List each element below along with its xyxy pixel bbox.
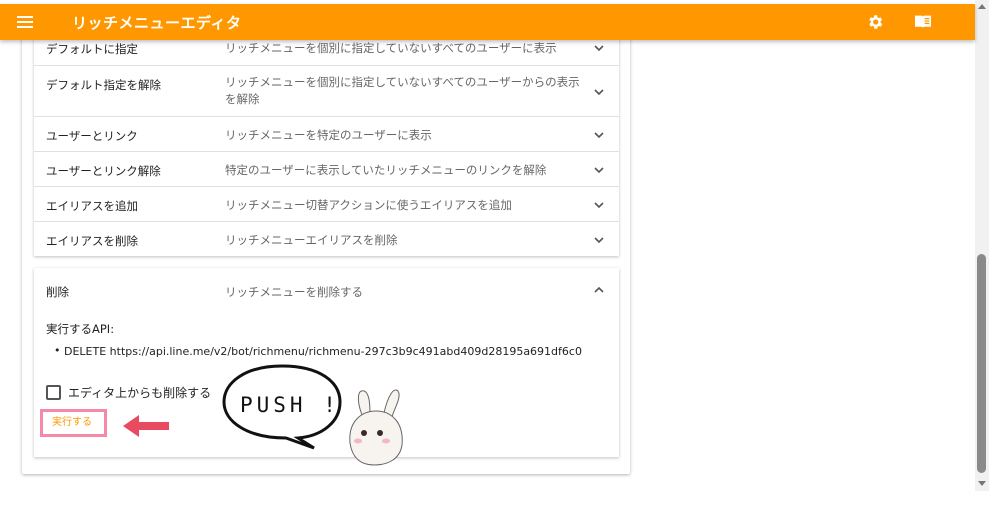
- menu-icon[interactable]: [17, 13, 33, 31]
- panel-desc: リッチメニューを個別に指定していないすべてのユーザーからの表示を解除: [225, 75, 580, 106]
- chevron-down-icon: [594, 202, 604, 209]
- panel-desc: リッチメニューエイリアスを削除: [225, 233, 398, 247]
- speech-text: PUSH !: [240, 393, 340, 417]
- chevron-down-icon: [594, 89, 604, 96]
- checkbox-label: エディタ上からも削除する: [68, 386, 212, 400]
- scroll-up-arrow-icon[interactable]: [978, 4, 986, 9]
- panel-add-alias[interactable]: エイリアスを追加 リッチメニュー切替アクションに使うエイリアスを追加: [34, 186, 619, 222]
- panel-label: デフォルト指定を解除: [46, 78, 161, 92]
- chevron-down-icon: [594, 45, 604, 52]
- bunny-mascot: [349, 389, 403, 466]
- left-arrow-icon: [123, 415, 169, 437]
- panel-desc: 特定のユーザーに表示していたリッチメニューのリンクを解除: [225, 163, 547, 177]
- panel-label: ユーザーとリンク解除: [46, 164, 161, 178]
- panel-label[interactable]: 削除: [46, 284, 69, 300]
- panel-label: エイリアスを追加: [46, 199, 138, 213]
- run-button[interactable]: 実行する: [40, 409, 107, 437]
- app-title: リッチメニューエディタ: [72, 14, 242, 32]
- book-icon[interactable]: [913, 14, 933, 30]
- app-bar: リッチメニューエディタ: [0, 4, 975, 40]
- scrollbar-thumb[interactable]: [977, 254, 986, 473]
- panel-label: ユーザーとリンク: [46, 129, 138, 143]
- panel-delete-alias[interactable]: エイリアスを削除 リッチメニューエイリアスを削除: [34, 221, 619, 257]
- panel-unset-default[interactable]: デフォルト指定を解除 リッチメニューを個別に指定していないすべてのユーザーからの…: [34, 65, 619, 117]
- api-endpoint: DELETE https://api.line.me/v2/bot/richme…: [54, 344, 582, 358]
- action-panels: デフォルトに指定 リッチメニューを個別に指定していないすべてのユーザーに表示 デ…: [34, 30, 619, 256]
- panel-label: エイリアスを削除: [46, 234, 138, 248]
- panel-desc: リッチメニューを個別に指定していないすべてのユーザーに表示: [225, 41, 557, 55]
- panel-desc: リッチメニューを特定のユーザーに表示: [225, 128, 432, 142]
- chevron-up-icon[interactable]: [593, 284, 605, 296]
- chevron-down-icon: [594, 132, 604, 139]
- panel-link-user[interactable]: ユーザーとリンク リッチメニューを特定のユーザーに表示: [34, 116, 619, 152]
- panel-desc: リッチメニューを削除する: [225, 285, 363, 299]
- scroll-down-arrow-icon[interactable]: [978, 481, 986, 486]
- panel-unlink-user[interactable]: ユーザーとリンク解除 特定のユーザーに表示していたリッチメニューのリンクを解除: [34, 151, 619, 187]
- chevron-down-icon: [594, 237, 604, 244]
- chevron-down-icon: [594, 167, 604, 174]
- api-heading: 実行するAPI:: [46, 322, 115, 336]
- gear-icon[interactable]: [866, 13, 884, 31]
- checkbox-box[interactable]: [46, 385, 61, 400]
- panel-label: デフォルトに指定: [46, 42, 138, 56]
- panel-desc: リッチメニュー切替アクションに使うエイリアスを追加: [225, 198, 512, 212]
